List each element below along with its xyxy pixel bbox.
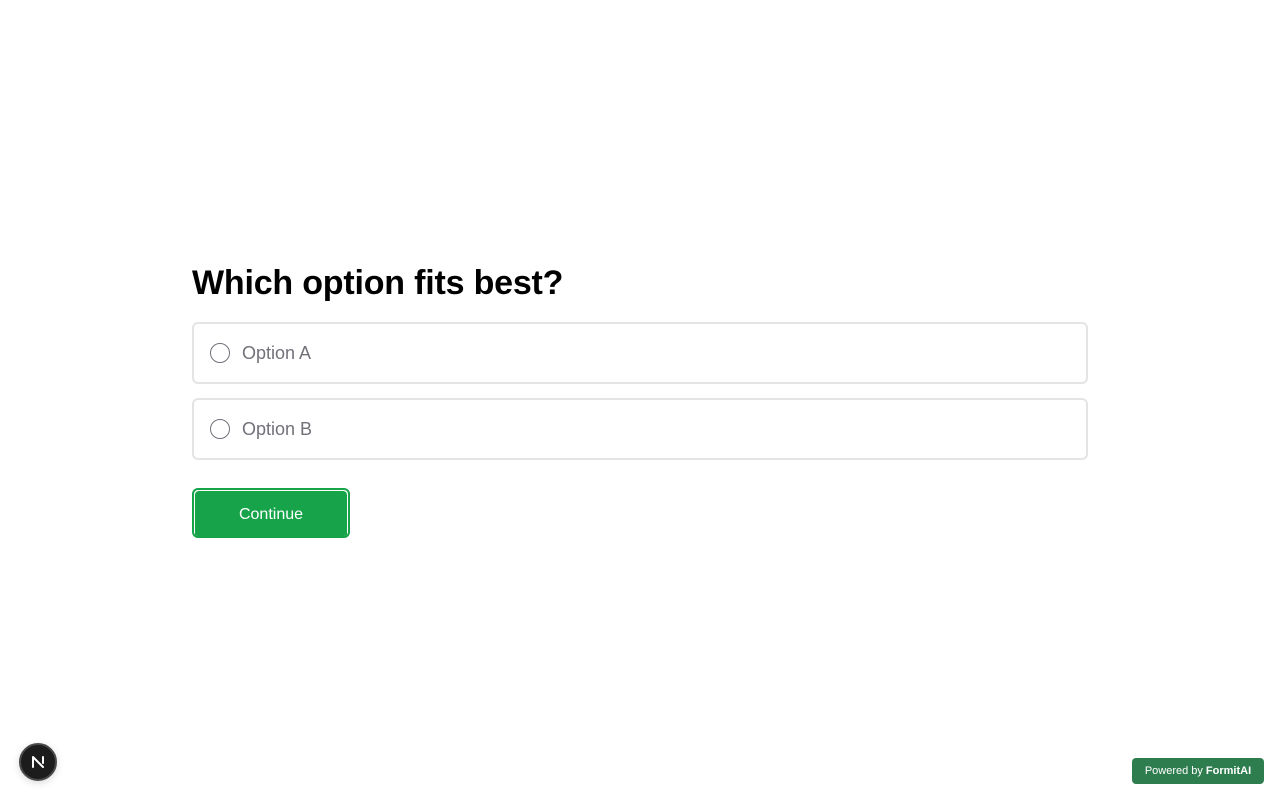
option-b[interactable]: Option B (192, 398, 1088, 460)
question-form: Which option fits best? Option A Option … (192, 262, 1088, 543)
option-label: Option B (242, 418, 313, 439)
powered-by-text: Powered by (1144, 765, 1203, 777)
option-label: Option A (242, 342, 312, 363)
powered-by-brand: FormitAI (1205, 765, 1252, 777)
continue-focus-ring: Continue (192, 488, 350, 538)
radio-icon[interactable] (210, 419, 230, 439)
page: Which option fits best? Option A Option … (0, 0, 1280, 800)
continue-button[interactable]: Continue (195, 491, 347, 536)
powered-by-badge[interactable]: Powered by FormitAI (1132, 758, 1264, 784)
question-title: Which option fits best? (192, 264, 564, 302)
option-a[interactable]: Option A (192, 322, 1088, 384)
radio-icon[interactable] (210, 343, 230, 363)
options-list: Option A Option B (192, 322, 1088, 460)
nextjs-icon[interactable] (19, 743, 57, 781)
nextjs-logo-glyph (32, 756, 44, 768)
